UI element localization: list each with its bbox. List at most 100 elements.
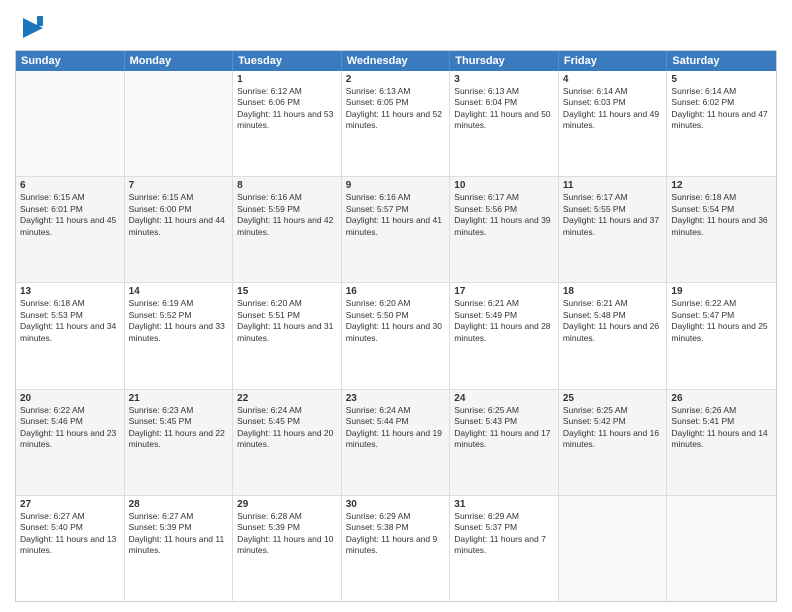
calendar-cell: 1Sunrise: 6:12 AM Sunset: 6:06 PM Daylig… bbox=[233, 71, 342, 176]
calendar-cell: 6Sunrise: 6:15 AM Sunset: 6:01 PM Daylig… bbox=[16, 177, 125, 282]
weekday-header: Friday bbox=[559, 51, 668, 71]
day-number: 29 bbox=[237, 499, 337, 510]
day-number: 15 bbox=[237, 286, 337, 297]
day-info: Sunrise: 6:20 AM Sunset: 5:51 PM Dayligh… bbox=[237, 298, 337, 344]
weekday-header: Wednesday bbox=[342, 51, 451, 71]
calendar-cell: 14Sunrise: 6:19 AM Sunset: 5:52 PM Dayli… bbox=[125, 283, 234, 388]
calendar-row: 13Sunrise: 6:18 AM Sunset: 5:53 PM Dayli… bbox=[16, 282, 776, 388]
calendar-row: 1Sunrise: 6:12 AM Sunset: 6:06 PM Daylig… bbox=[16, 71, 776, 176]
day-info: Sunrise: 6:14 AM Sunset: 6:02 PM Dayligh… bbox=[671, 86, 772, 132]
day-number: 24 bbox=[454, 393, 554, 404]
day-info: Sunrise: 6:23 AM Sunset: 5:45 PM Dayligh… bbox=[129, 405, 229, 451]
weekday-header: Sunday bbox=[16, 51, 125, 71]
page: SundayMondayTuesdayWednesdayThursdayFrid… bbox=[0, 0, 792, 612]
day-number: 28 bbox=[129, 499, 229, 510]
day-number: 31 bbox=[454, 499, 554, 510]
day-info: Sunrise: 6:27 AM Sunset: 5:39 PM Dayligh… bbox=[129, 511, 229, 557]
calendar-cell: 5Sunrise: 6:14 AM Sunset: 6:02 PM Daylig… bbox=[667, 71, 776, 176]
calendar-cell: 2Sunrise: 6:13 AM Sunset: 6:05 PM Daylig… bbox=[342, 71, 451, 176]
calendar-cell: 24Sunrise: 6:25 AM Sunset: 5:43 PM Dayli… bbox=[450, 390, 559, 495]
day-info: Sunrise: 6:29 AM Sunset: 5:38 PM Dayligh… bbox=[346, 511, 446, 557]
day-number: 25 bbox=[563, 393, 663, 404]
calendar-cell: 10Sunrise: 6:17 AM Sunset: 5:56 PM Dayli… bbox=[450, 177, 559, 282]
day-info: Sunrise: 6:17 AM Sunset: 5:55 PM Dayligh… bbox=[563, 192, 663, 238]
calendar-cell: 3Sunrise: 6:13 AM Sunset: 6:04 PM Daylig… bbox=[450, 71, 559, 176]
day-number: 26 bbox=[671, 393, 772, 404]
calendar-cell: 19Sunrise: 6:22 AM Sunset: 5:47 PM Dayli… bbox=[667, 283, 776, 388]
calendar-cell: 7Sunrise: 6:15 AM Sunset: 6:00 PM Daylig… bbox=[125, 177, 234, 282]
calendar-cell: 25Sunrise: 6:25 AM Sunset: 5:42 PM Dayli… bbox=[559, 390, 668, 495]
weekday-header: Monday bbox=[125, 51, 234, 71]
day-info: Sunrise: 6:14 AM Sunset: 6:03 PM Dayligh… bbox=[563, 86, 663, 132]
day-number: 13 bbox=[20, 286, 120, 297]
calendar-cell bbox=[125, 71, 234, 176]
calendar-cell: 8Sunrise: 6:16 AM Sunset: 5:59 PM Daylig… bbox=[233, 177, 342, 282]
calendar-cell: 18Sunrise: 6:21 AM Sunset: 5:48 PM Dayli… bbox=[559, 283, 668, 388]
day-number: 12 bbox=[671, 180, 772, 191]
day-number: 5 bbox=[671, 74, 772, 85]
day-info: Sunrise: 6:21 AM Sunset: 5:48 PM Dayligh… bbox=[563, 298, 663, 344]
day-info: Sunrise: 6:16 AM Sunset: 5:57 PM Dayligh… bbox=[346, 192, 446, 238]
day-number: 27 bbox=[20, 499, 120, 510]
weekday-header: Thursday bbox=[450, 51, 559, 71]
day-number: 30 bbox=[346, 499, 446, 510]
header bbox=[15, 10, 777, 42]
calendar-cell: 20Sunrise: 6:22 AM Sunset: 5:46 PM Dayli… bbox=[16, 390, 125, 495]
calendar-cell: 26Sunrise: 6:26 AM Sunset: 5:41 PM Dayli… bbox=[667, 390, 776, 495]
day-info: Sunrise: 6:16 AM Sunset: 5:59 PM Dayligh… bbox=[237, 192, 337, 238]
calendar-row: 27Sunrise: 6:27 AM Sunset: 5:40 PM Dayli… bbox=[16, 495, 776, 601]
logo-icon bbox=[19, 14, 47, 42]
calendar-row: 6Sunrise: 6:15 AM Sunset: 6:01 PM Daylig… bbox=[16, 176, 776, 282]
calendar-body: 1Sunrise: 6:12 AM Sunset: 6:06 PM Daylig… bbox=[16, 71, 776, 601]
day-number: 23 bbox=[346, 393, 446, 404]
calendar-cell: 28Sunrise: 6:27 AM Sunset: 5:39 PM Dayli… bbox=[125, 496, 234, 601]
day-number: 10 bbox=[454, 180, 554, 191]
calendar-cell: 13Sunrise: 6:18 AM Sunset: 5:53 PM Dayli… bbox=[16, 283, 125, 388]
day-number: 22 bbox=[237, 393, 337, 404]
calendar-cell bbox=[559, 496, 668, 601]
calendar-row: 20Sunrise: 6:22 AM Sunset: 5:46 PM Dayli… bbox=[16, 389, 776, 495]
day-number: 21 bbox=[129, 393, 229, 404]
day-info: Sunrise: 6:18 AM Sunset: 5:54 PM Dayligh… bbox=[671, 192, 772, 238]
logo bbox=[15, 14, 47, 42]
day-info: Sunrise: 6:18 AM Sunset: 5:53 PM Dayligh… bbox=[20, 298, 120, 344]
calendar-cell: 31Sunrise: 6:29 AM Sunset: 5:37 PM Dayli… bbox=[450, 496, 559, 601]
day-info: Sunrise: 6:17 AM Sunset: 5:56 PM Dayligh… bbox=[454, 192, 554, 238]
day-info: Sunrise: 6:15 AM Sunset: 6:00 PM Dayligh… bbox=[129, 192, 229, 238]
day-number: 2 bbox=[346, 74, 446, 85]
day-info: Sunrise: 6:28 AM Sunset: 5:39 PM Dayligh… bbox=[237, 511, 337, 557]
calendar-cell: 15Sunrise: 6:20 AM Sunset: 5:51 PM Dayli… bbox=[233, 283, 342, 388]
calendar-cell: 11Sunrise: 6:17 AM Sunset: 5:55 PM Dayli… bbox=[559, 177, 668, 282]
calendar-cell: 4Sunrise: 6:14 AM Sunset: 6:03 PM Daylig… bbox=[559, 71, 668, 176]
day-info: Sunrise: 6:22 AM Sunset: 5:47 PM Dayligh… bbox=[671, 298, 772, 344]
day-info: Sunrise: 6:27 AM Sunset: 5:40 PM Dayligh… bbox=[20, 511, 120, 557]
weekday-header: Tuesday bbox=[233, 51, 342, 71]
day-number: 20 bbox=[20, 393, 120, 404]
calendar-cell: 22Sunrise: 6:24 AM Sunset: 5:45 PM Dayli… bbox=[233, 390, 342, 495]
calendar-cell: 29Sunrise: 6:28 AM Sunset: 5:39 PM Dayli… bbox=[233, 496, 342, 601]
day-number: 6 bbox=[20, 180, 120, 191]
day-info: Sunrise: 6:25 AM Sunset: 5:42 PM Dayligh… bbox=[563, 405, 663, 451]
day-number: 19 bbox=[671, 286, 772, 297]
day-number: 8 bbox=[237, 180, 337, 191]
day-number: 18 bbox=[563, 286, 663, 297]
calendar-cell: 16Sunrise: 6:20 AM Sunset: 5:50 PM Dayli… bbox=[342, 283, 451, 388]
calendar: SundayMondayTuesdayWednesdayThursdayFrid… bbox=[15, 50, 777, 602]
day-info: Sunrise: 6:24 AM Sunset: 5:44 PM Dayligh… bbox=[346, 405, 446, 451]
weekday-header: Saturday bbox=[667, 51, 776, 71]
day-info: Sunrise: 6:13 AM Sunset: 6:05 PM Dayligh… bbox=[346, 86, 446, 132]
day-info: Sunrise: 6:25 AM Sunset: 5:43 PM Dayligh… bbox=[454, 405, 554, 451]
day-number: 17 bbox=[454, 286, 554, 297]
day-number: 7 bbox=[129, 180, 229, 191]
calendar-cell: 23Sunrise: 6:24 AM Sunset: 5:44 PM Dayli… bbox=[342, 390, 451, 495]
day-number: 16 bbox=[346, 286, 446, 297]
day-info: Sunrise: 6:26 AM Sunset: 5:41 PM Dayligh… bbox=[671, 405, 772, 451]
calendar-cell: 9Sunrise: 6:16 AM Sunset: 5:57 PM Daylig… bbox=[342, 177, 451, 282]
calendar-cell: 17Sunrise: 6:21 AM Sunset: 5:49 PM Dayli… bbox=[450, 283, 559, 388]
calendar-cell: 12Sunrise: 6:18 AM Sunset: 5:54 PM Dayli… bbox=[667, 177, 776, 282]
day-info: Sunrise: 6:21 AM Sunset: 5:49 PM Dayligh… bbox=[454, 298, 554, 344]
day-info: Sunrise: 6:29 AM Sunset: 5:37 PM Dayligh… bbox=[454, 511, 554, 557]
calendar-cell bbox=[667, 496, 776, 601]
day-number: 9 bbox=[346, 180, 446, 191]
day-info: Sunrise: 6:19 AM Sunset: 5:52 PM Dayligh… bbox=[129, 298, 229, 344]
